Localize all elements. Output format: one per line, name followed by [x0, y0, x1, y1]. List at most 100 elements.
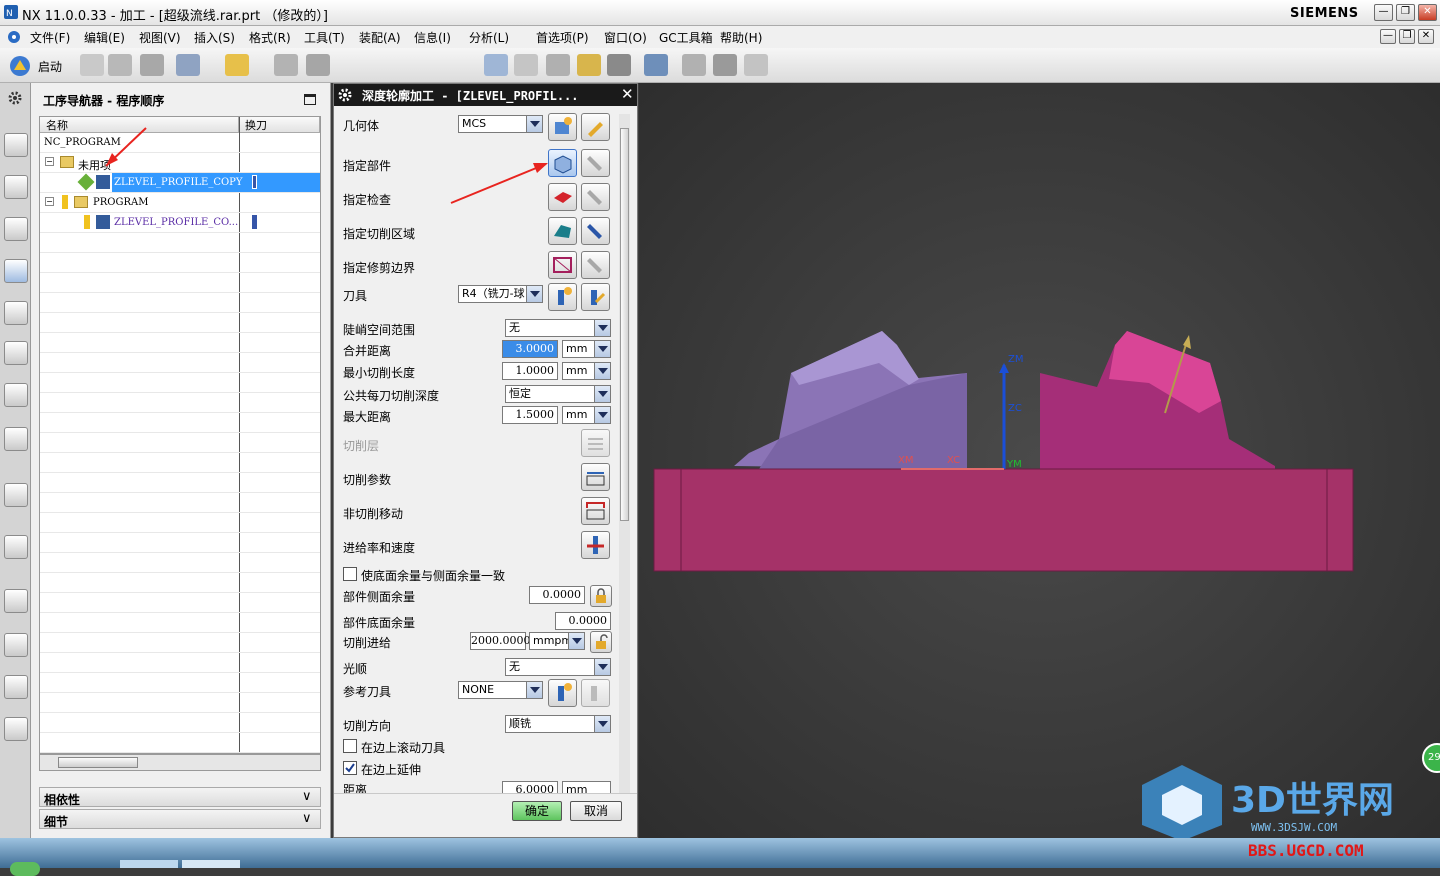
taskbar-app-button[interactable]: [120, 860, 178, 868]
app-menu-icon[interactable]: [6, 29, 22, 45]
menu-preferences[interactable]: 首选项(P): [536, 29, 589, 46]
save-icon[interactable]: [140, 54, 164, 76]
specify-trim-button[interactable]: [548, 251, 577, 279]
machining-feature-icon[interactable]: [4, 341, 28, 365]
scroll-thumb[interactable]: [58, 757, 138, 768]
new-geometry-button[interactable]: [548, 113, 577, 141]
create-tool-icon[interactable]: [484, 54, 508, 76]
verify-icon[interactable]: [607, 54, 631, 76]
edit-tool-button[interactable]: [581, 283, 610, 311]
menu-view[interactable]: 视图(V): [139, 29, 181, 46]
roles-icon[interactable]: [4, 717, 28, 741]
collapse-icon[interactable]: −: [45, 157, 54, 166]
geometry-select[interactable]: MCS: [458, 115, 543, 133]
tool-select[interactable]: R4（铣刀-球: [458, 285, 543, 303]
roll-tool-checkbox[interactable]: [343, 739, 357, 753]
non-cutting-moves-button[interactable]: [581, 497, 610, 525]
undo-icon[interactable]: [176, 54, 200, 76]
menu-assembly[interactable]: 装配(A): [359, 29, 401, 46]
horizontal-scrollbar[interactable]: [39, 754, 321, 771]
operation-navigator-icon[interactable]: [4, 259, 28, 283]
ok-button[interactable]: 确定: [512, 801, 562, 821]
dialog-title-bar[interactable]: 深度轮廓加工 - [ZLEVEL_PROFIL... ✕: [334, 84, 637, 106]
menu-window[interactable]: 窗口(O): [604, 29, 647, 46]
web-browser-icon[interactable]: [4, 535, 28, 559]
menu-insert[interactable]: 插入(S): [194, 29, 235, 46]
min-cut-length-input[interactable]: 1.0000: [502, 362, 558, 380]
doc-restore-button[interactable]: ❐: [1399, 29, 1415, 44]
tree-row-unused[interactable]: − 未用项: [40, 153, 320, 173]
doc-minimize-button[interactable]: —: [1380, 29, 1396, 44]
cut-feed-input[interactable]: 2000.0000: [470, 632, 531, 650]
depth-per-cut-select[interactable]: 恒定: [505, 385, 611, 403]
max-distance-input[interactable]: 1.5000: [502, 406, 558, 424]
start-label[interactable]: 启动: [38, 58, 62, 75]
create-method-icon[interactable]: [546, 54, 570, 76]
specify-check-button[interactable]: [548, 183, 577, 211]
tree-row-nc-program[interactable]: NC_PROGRAM: [40, 133, 320, 153]
highlight-icon[interactable]: [225, 54, 249, 76]
distance-unit[interactable]: mm: [562, 781, 611, 793]
show-cut-area-button[interactable]: [581, 217, 610, 245]
start-icon[interactable]: [8, 54, 32, 78]
merge-distance-input[interactable]: 3.0000: [502, 340, 558, 358]
distance-input[interactable]: 6.0000: [502, 781, 558, 793]
extend-edge-checkbox[interactable]: [343, 761, 357, 775]
cut-direction-select[interactable]: 顺铣: [505, 715, 611, 733]
reuse-library-icon[interactable]: [4, 383, 28, 407]
machine-tool-navigator-icon[interactable]: [4, 301, 28, 325]
process-studio-icon[interactable]: [4, 675, 28, 699]
part-navigator-icon[interactable]: [4, 133, 28, 157]
menu-gc-toolbox[interactable]: GC工具箱: [659, 29, 713, 46]
max-distance-unit[interactable]: mm: [562, 406, 611, 424]
palette-icon[interactable]: [4, 633, 28, 657]
menu-help[interactable]: 帮助(H): [720, 29, 762, 46]
menu-info[interactable]: 信息(I): [414, 29, 451, 46]
graphics-window[interactable]: ZM ZC XM XC YM 29 3D世界网 WWW.3DSJW.COM: [639, 83, 1440, 841]
doc-close-button[interactable]: ✕: [1418, 29, 1434, 44]
menu-file[interactable]: 文件(F): [30, 29, 70, 46]
collapse-icon[interactable]: −: [45, 197, 54, 206]
smooth-select[interactable]: 无: [505, 658, 611, 676]
menu-edit[interactable]: 编辑(E): [84, 29, 125, 46]
maximize-panel-icon[interactable]: [304, 94, 316, 105]
side-stock-input[interactable]: 0.0000: [529, 586, 585, 604]
shop-doc-icon[interactable]: [744, 54, 768, 76]
reference-tool-select[interactable]: NONE: [458, 681, 543, 699]
same-stock-checkbox[interactable]: [343, 567, 357, 581]
details-panel-header[interactable]: 细节 ∨: [39, 809, 321, 829]
column-header-name[interactable]: 名称: [40, 117, 239, 133]
restore-button[interactable]: ❐: [1396, 4, 1415, 21]
show-part-button[interactable]: [581, 149, 610, 177]
specify-part-button[interactable]: [548, 149, 577, 177]
feeds-speeds-button[interactable]: [581, 531, 610, 559]
constraint-navigator-icon[interactable]: [4, 217, 28, 241]
settings-gear-icon[interactable]: [7, 90, 23, 106]
history-icon[interactable]: [4, 589, 28, 613]
close-button[interactable]: ✕: [1418, 4, 1437, 21]
copy-icon[interactable]: [274, 54, 298, 76]
show-trim-button[interactable]: [581, 251, 610, 279]
cancel-button[interactable]: 取消: [570, 801, 622, 821]
new-tool-button[interactable]: [548, 283, 577, 311]
paste-icon[interactable]: [306, 54, 330, 76]
taskbar-app-button[interactable]: [182, 860, 240, 868]
assembly-navigator-icon[interactable]: [4, 175, 28, 199]
new-file-icon[interactable]: [80, 54, 104, 76]
minimize-button[interactable]: —: [1374, 4, 1393, 21]
floor-stock-input[interactable]: 0.0000: [555, 612, 611, 630]
start-orb-icon[interactable]: [10, 862, 40, 876]
menu-format[interactable]: 格式(R): [249, 29, 291, 46]
info-icon[interactable]: [4, 483, 28, 507]
feed-lock-button[interactable]: [590, 631, 612, 653]
dialog-scrollbar[interactable]: [619, 114, 630, 794]
tree-row-program[interactable]: − PROGRAM: [40, 193, 320, 213]
replay-icon[interactable]: [682, 54, 706, 76]
dependency-panel-header[interactable]: 相依性 ∨: [39, 787, 321, 807]
open-file-icon[interactable]: [108, 54, 132, 76]
postprocess-icon[interactable]: [713, 54, 737, 76]
show-check-button[interactable]: [581, 183, 610, 211]
menu-tools[interactable]: 工具(T): [304, 29, 345, 46]
new-reference-tool-button[interactable]: [548, 679, 577, 707]
dialog-scroll-thumb[interactable]: [620, 128, 629, 521]
